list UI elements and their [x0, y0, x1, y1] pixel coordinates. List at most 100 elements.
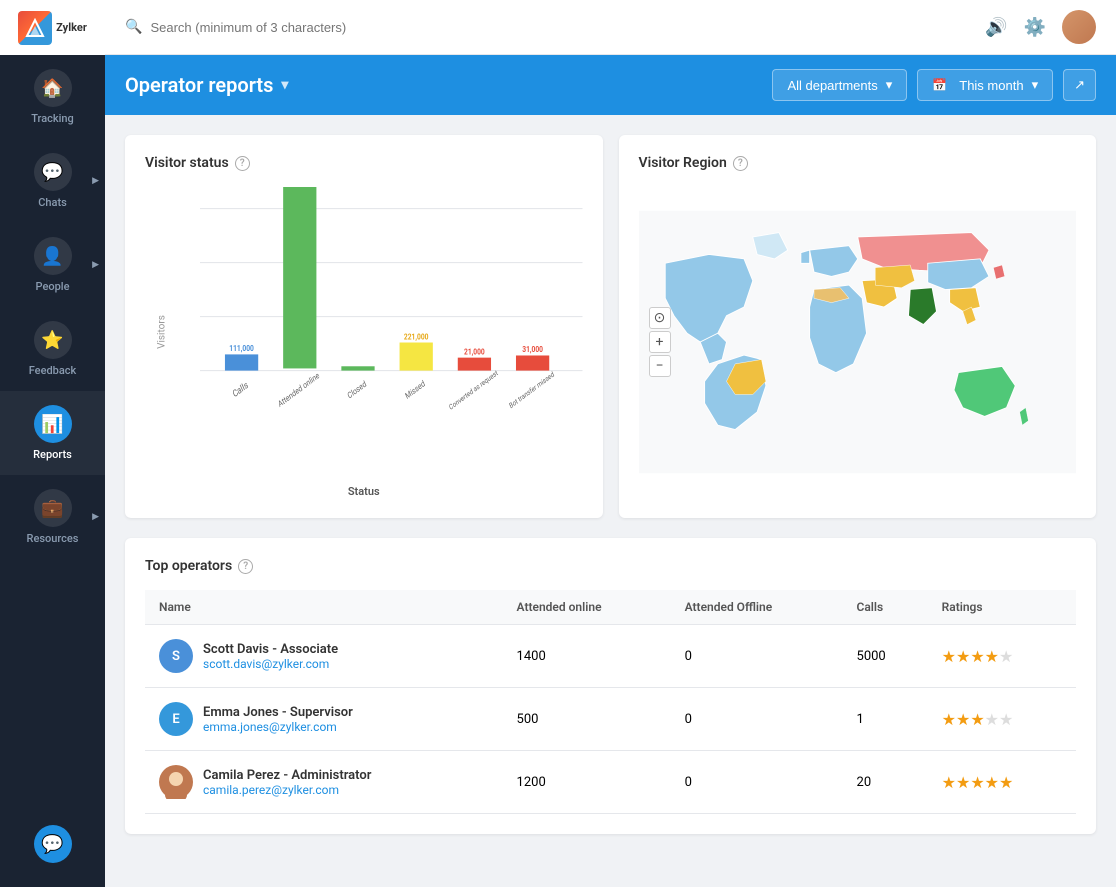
table-row: S Scott Davis - Associate scott.davis@zy…	[145, 625, 1076, 688]
svg-text:Missed: Missed	[404, 378, 427, 401]
top-operators-help-icon[interactable]: ?	[238, 559, 253, 574]
reports-icon: 📊	[34, 405, 72, 443]
people-icon: 👤	[34, 237, 72, 275]
settings-icon[interactable]: ⚙️	[1024, 17, 1046, 38]
sidebar-item-chats[interactable]: 💬 Chats ▶	[0, 139, 105, 223]
sidebar-tracking-label: Tracking	[31, 112, 74, 125]
sidebar-item-resources[interactable]: 💼 Resources ▶	[0, 475, 105, 559]
sidebar-reports-label: Reports	[33, 448, 72, 461]
x-axis-label: Status	[145, 485, 583, 498]
operator-name-cell: Camila Perez - Administrator camila.pere…	[145, 751, 503, 814]
map-zoom-out-button[interactable]: −	[649, 355, 671, 377]
operator-rating: ★★★★★	[928, 625, 1076, 688]
charts-row: Visitor status ? Visitors 1,50	[125, 135, 1096, 518]
operator-attended-online: 1200	[503, 751, 671, 814]
map-svg	[639, 187, 1077, 497]
col-ratings: Ratings	[928, 590, 1076, 625]
svg-text:Converted as request: Converted as request	[448, 369, 499, 413]
table-row: Camila Perez - Administrator camila.pere…	[145, 751, 1076, 814]
sidebar-item-chat-button[interactable]: 💬	[0, 811, 105, 877]
operator-name: Camila Perez - Administrator	[203, 768, 371, 783]
svg-text:Closed: Closed	[346, 379, 368, 401]
sidebar-item-tracking[interactable]: 🏠 Tracking	[0, 55, 105, 139]
sidebar-people-label: People	[36, 280, 70, 293]
visitor-status-help-icon[interactable]: ?	[235, 156, 250, 171]
operator-name: Scott Davis - Associate	[203, 642, 338, 657]
sidebar-item-people[interactable]: 👤 People ▶	[0, 223, 105, 307]
visitor-region-title: Visitor Region ?	[639, 155, 1077, 171]
operator-attended-online: 500	[503, 688, 671, 751]
department-chevron-icon: ▾	[886, 77, 893, 93]
operator-avatar: S	[159, 639, 193, 673]
visitor-status-title: Visitor status ?	[145, 155, 583, 171]
operator-avatar	[159, 765, 193, 799]
chat-bubble-icon: 💬	[34, 825, 72, 863]
operator-calls: 1	[843, 688, 928, 751]
department-dropdown[interactable]: All departments ▾	[772, 69, 907, 101]
rating-stars: ★★★★★	[942, 647, 1014, 666]
visitor-region-card: Visitor Region ?	[619, 135, 1097, 518]
operator-calls: 5000	[843, 625, 928, 688]
search-wrap: 🔍	[125, 19, 985, 35]
sidebar-item-reports[interactable]: 📊 Reports	[0, 391, 105, 475]
operator-attended-online: 1400	[503, 625, 671, 688]
top-operators-title: Top operators ?	[145, 558, 1076, 574]
export-icon: ↗	[1074, 77, 1085, 93]
world-map: ⊙ + −	[639, 187, 1077, 497]
svg-text:Bot transfer missed: Bot transfer missed	[508, 370, 556, 411]
map-zoom-in-button[interactable]: +	[649, 331, 671, 353]
operator-calls: 20	[843, 751, 928, 814]
home-icon: 🏠	[34, 69, 72, 107]
col-calls: Calls	[843, 590, 928, 625]
operator-attended-offline: 0	[671, 625, 843, 688]
main-content: 🔍 🔊 ⚙️ Operator reports ▾ All department…	[105, 0, 1116, 887]
export-button[interactable]: ↗	[1063, 69, 1096, 101]
svg-text:221,000: 221,000	[404, 331, 429, 341]
sidebar-resources-label: Resources	[27, 532, 79, 545]
search-icon: 🔍	[125, 19, 142, 35]
title-chevron-icon[interactable]: ▾	[281, 77, 288, 93]
content-area: Visitor status ? Visitors 1,50	[105, 115, 1116, 887]
operator-avatar: E	[159, 702, 193, 736]
topbar: 🔍 🔊 ⚙️	[105, 0, 1116, 55]
visitor-region-help-icon[interactable]: ?	[733, 156, 748, 171]
sidebar-logo: Zylker	[0, 0, 105, 55]
sidebar: Zylker 🏠 Tracking 💬 Chats ▶ 👤 People ▶ ⭐…	[0, 0, 105, 887]
resources-icon: 💼	[34, 489, 72, 527]
top-operators-card: Top operators ? Name Attended online Att…	[125, 538, 1096, 834]
header-bar: Operator reports ▾ All departments ▾ 📅 T…	[105, 55, 1116, 115]
operator-name-cell: E Emma Jones - Supervisor emma.jones@zyl…	[145, 688, 503, 751]
operator-name: Emma Jones - Supervisor	[203, 705, 353, 720]
chats-chevron-icon: ▶	[92, 176, 99, 186]
svg-text:Attended online: Attended online	[277, 370, 321, 409]
operator-rating: ★★★★★	[928, 688, 1076, 751]
col-name: Name	[145, 590, 503, 625]
operators-table: Name Attended online Attended Offline Ca…	[145, 590, 1076, 814]
operator-email: scott.davis@zylker.com	[203, 657, 338, 671]
operator-email: emma.jones@zylker.com	[203, 720, 353, 734]
operator-rating: ★★★★★	[928, 751, 1076, 814]
sidebar-chats-label: Chats	[38, 196, 67, 209]
operator-name-cell: S Scott Davis - Associate scott.davis@zy…	[145, 625, 503, 688]
svg-text:31,000: 31,000	[522, 344, 543, 354]
col-attended-offline: Attended Offline	[671, 590, 843, 625]
map-home-button[interactable]: ⊙	[649, 307, 671, 329]
sidebar-feedback-label: Feedback	[29, 364, 77, 377]
search-input[interactable]	[150, 20, 430, 35]
sidebar-navigation: 🏠 Tracking 💬 Chats ▶ 👤 People ▶ ⭐ Feedba…	[0, 55, 105, 811]
rating-stars: ★★★★★	[942, 773, 1014, 792]
table-header-row: Name Attended online Attended Offline Ca…	[145, 590, 1076, 625]
map-controls: ⊙ + −	[649, 307, 671, 377]
volume-icon[interactable]: 🔊	[985, 17, 1007, 38]
resources-chevron-icon: ▶	[92, 512, 99, 522]
period-dropdown[interactable]: 📅 This month ▾	[917, 69, 1053, 101]
sidebar-item-feedback[interactable]: ⭐ Feedback	[0, 307, 105, 391]
rating-stars: ★★★★★	[942, 710, 1014, 729]
col-attended-online: Attended online	[503, 590, 671, 625]
svg-text:111,000: 111,000	[229, 343, 254, 353]
avatar[interactable]	[1062, 10, 1096, 44]
feedback-icon: ⭐	[34, 321, 72, 359]
operator-email: camila.perez@zylker.com	[203, 783, 371, 797]
bar-chart-svg: 1,500,000 1,000,000 500,000 0 111,000 Ca…	[200, 187, 583, 457]
visitor-status-card: Visitor status ? Visitors 1,50	[125, 135, 603, 518]
